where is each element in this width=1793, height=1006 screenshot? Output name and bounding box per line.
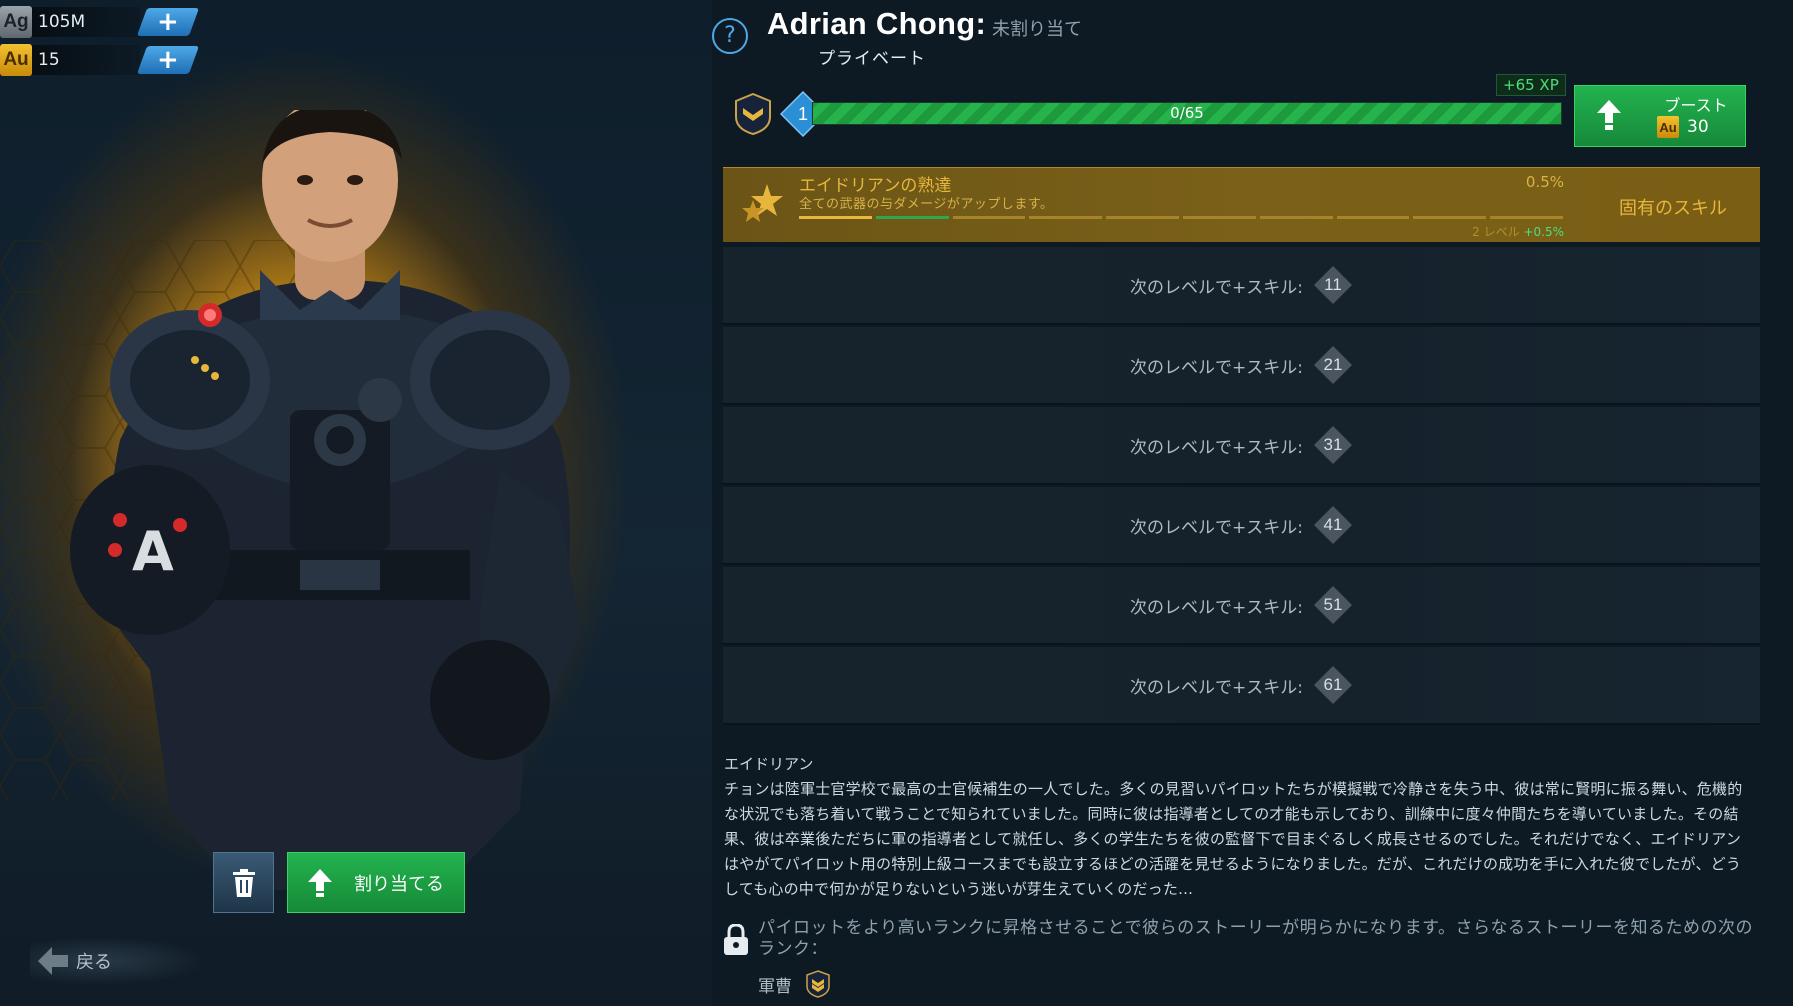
skill-level-segment	[1106, 216, 1179, 219]
bio-title: エイドリアン	[724, 755, 814, 773]
unlock-level-number: 11	[1324, 275, 1342, 294]
add-silver-button[interactable]: +	[136, 7, 200, 37]
gold-icon: Au	[1657, 116, 1679, 138]
up-arrow-icon	[1597, 100, 1621, 130]
skill-unlock-label: 次のレベルで+スキル:	[1130, 277, 1303, 298]
skill-level-segment	[952, 216, 1026, 219]
back-button[interactable]: 戻る	[30, 938, 200, 984]
boost-cost-amount: 30	[1687, 117, 1709, 137]
skill-unlock-row: 次のレベルで+スキル: 51	[723, 567, 1760, 645]
silver-icon: Ag	[0, 6, 32, 38]
unlock-level-badge: 41	[1313, 505, 1353, 545]
skill-level-segment	[875, 216, 949, 219]
add-gold-button[interactable]: +	[136, 45, 200, 75]
back-arrow-icon	[38, 947, 68, 975]
plus-icon: +	[157, 7, 179, 37]
skill-level-segment	[1259, 216, 1333, 219]
unlock-level-badge: 51	[1313, 585, 1353, 625]
trash-icon	[232, 868, 255, 897]
skill-level-segment	[1413, 216, 1487, 219]
xp-progress-text: 0/65	[1170, 104, 1204, 122]
gold-amount: 15	[32, 45, 140, 75]
unlock-level-badge: 21	[1313, 345, 1353, 385]
innate-skill-card[interactable]: エイドリアンの熟達 全ての武器の与ダメージがアップします。 0.5% 2 レベル…	[723, 167, 1760, 242]
gold-icon: Au	[0, 44, 32, 76]
skill-unlock-row: 次のレベルで+スキル: 31	[723, 407, 1760, 485]
story-lock-message: パイロットをより高いランクに昇格させることで彼らのストーリーが明らかになります。…	[758, 918, 1753, 959]
pilot-portrait-panel: A Ag 105M + Au 15 + 割り当てる 戻る	[0, 0, 712, 1006]
unlock-level-badge: 61	[1313, 665, 1353, 705]
skill-unlock-row: 次のレベルで+スキル: 21	[723, 327, 1760, 405]
pilot-rank: プライベート	[818, 49, 926, 69]
skill-description: 全ての武器の与ダメージがアップします。	[799, 197, 1054, 212]
boost-button-label: ブースト	[1664, 96, 1728, 115]
boost-button[interactable]: ブースト Au 30	[1574, 85, 1746, 147]
skill-level-segments	[799, 216, 1563, 219]
pilot-assignment-status: 未割り当て	[992, 19, 1082, 40]
assign-button-label: 割り当てる	[354, 873, 444, 895]
up-arrow-icon	[308, 868, 332, 897]
skill-unlock-row: 次のレベルで+スキル: 41	[723, 487, 1760, 565]
bio-text: チョンは陸軍士官学校で最高の士官候補生の一人でした。多くの見習いパイロットたちが…	[724, 780, 1743, 898]
skill-unlock-row: 次のレベルで+スキル: 61	[723, 647, 1760, 725]
skill-unlock-row: 次のレベルで+スキル: 11	[723, 247, 1760, 325]
lock-icon	[724, 924, 748, 955]
skill-unlock-label: 次のレベルで+スキル:	[1130, 597, 1303, 618]
skill-next-level-label: 2 レベル	[1472, 225, 1520, 239]
skill-unlock-label: 次のレベルで+スキル:	[1130, 517, 1303, 538]
unlock-level-number: 61	[1323, 675, 1343, 694]
rank-chevron-icon	[735, 93, 771, 135]
skill-unlock-label: 次のレベルで+スキル:	[1130, 357, 1303, 378]
help-icon[interactable]: ?	[712, 18, 748, 54]
pilot-name: Adrian Chong:	[767, 6, 987, 41]
skill-unlock-label: 次のレベルで+スキル:	[1130, 677, 1303, 698]
skill-level-segment	[1182, 216, 1256, 219]
skill-level-segment	[1490, 216, 1563, 219]
skill-level-segment	[799, 216, 872, 219]
dismiss-pilot-button[interactable]	[213, 852, 274, 913]
silver-amount: 105M	[32, 7, 140, 37]
skill-next-bonus: +0.5%	[1523, 225, 1564, 239]
skill-value: 0.5%	[1525, 173, 1564, 191]
unlock-level-number: 51	[1323, 595, 1343, 614]
unlock-level-badge: 11	[1313, 265, 1353, 305]
xp-gain-badge: +65 XP	[1496, 74, 1566, 96]
skill-level-segment	[1029, 216, 1103, 219]
unlock-level-badge: 31	[1313, 425, 1353, 465]
unlock-level-number: 41	[1323, 515, 1343, 534]
skill-unlock-label: 次のレベルで+スキル:	[1130, 437, 1303, 458]
skill-level-segment	[1336, 216, 1410, 219]
skill-next-level: 2 レベル +0.5%	[1472, 223, 1564, 240]
skill-type-label: 固有のスキル	[1619, 198, 1727, 219]
next-rank-label: 軍曹	[758, 977, 792, 997]
skill-star-icon	[742, 184, 783, 222]
pilot-figure: A	[70, 110, 580, 890]
rank-chevron-icon	[806, 970, 830, 998]
unlock-level-number: 31	[1323, 435, 1343, 454]
assign-button[interactable]: 割り当てる	[287, 852, 465, 913]
xp-progress-bar: 0/65	[812, 102, 1562, 125]
boost-cost: Au 30	[1657, 116, 1709, 138]
back-button-label: 戻る	[76, 952, 112, 973]
plus-icon: +	[157, 45, 179, 75]
silver-resource: Ag 105M +	[0, 6, 200, 38]
unlock-level-number: 21	[1323, 355, 1343, 374]
svg-text:A: A	[132, 520, 174, 583]
gold-resource: Au 15 +	[0, 44, 200, 76]
